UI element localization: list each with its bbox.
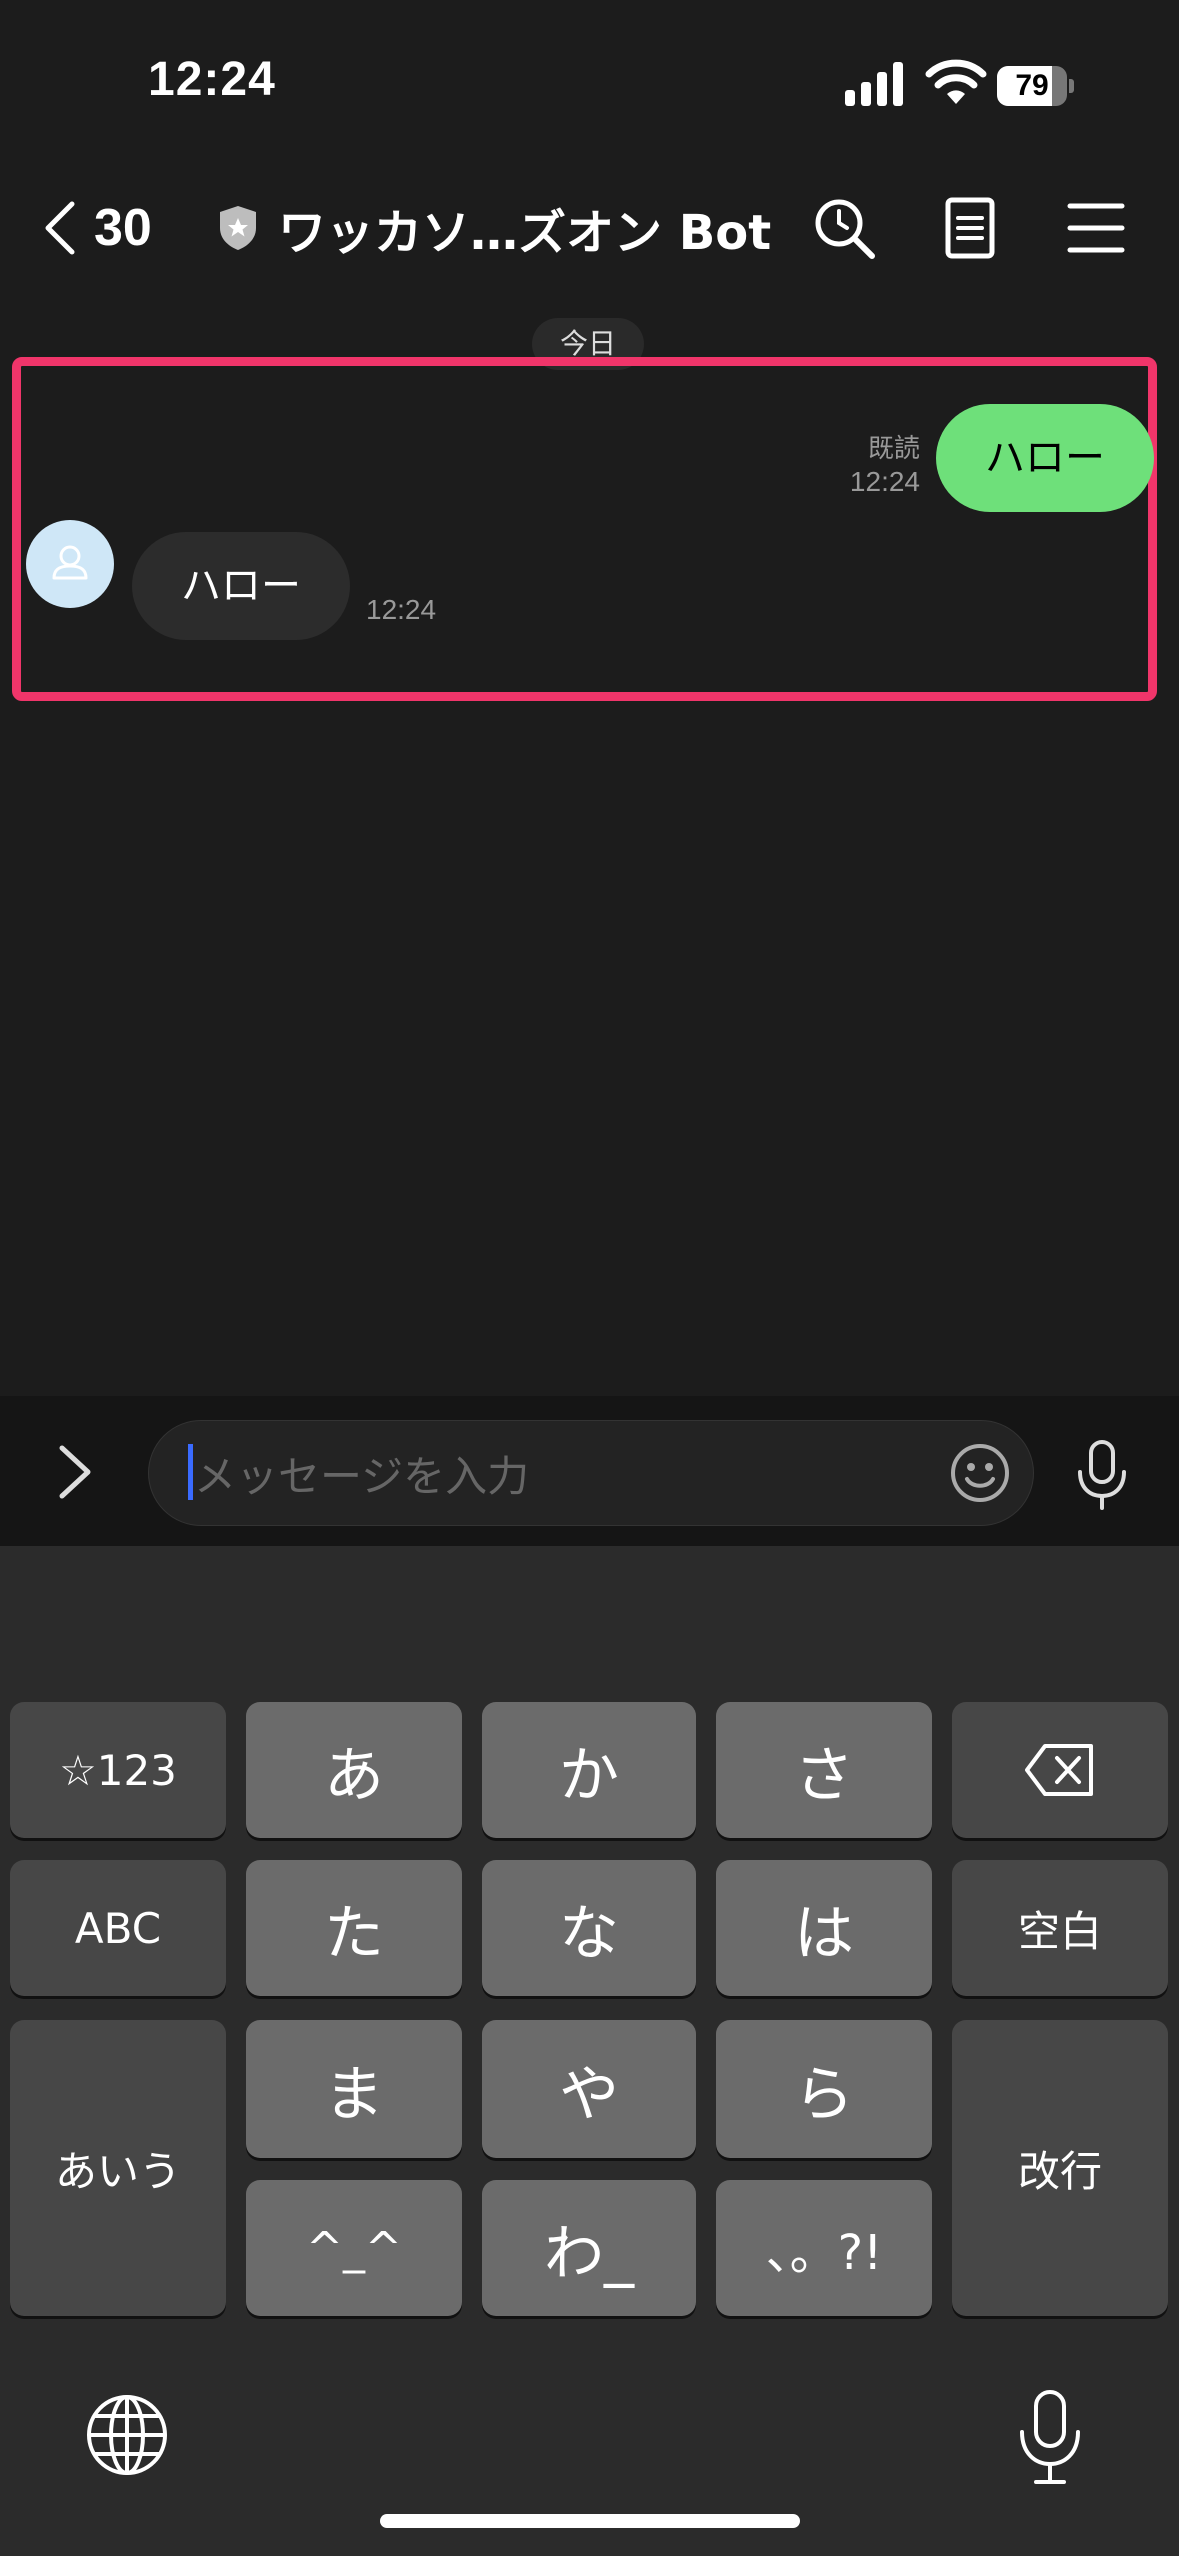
message-input-placeholder: メッセージを入力 [194, 1452, 530, 1501]
wifi-icon [925, 59, 987, 104]
bot-avatar[interactable] [26, 520, 114, 608]
sent-message-bubble[interactable]: ハロー [936, 404, 1154, 512]
emoji-icon[interactable] [948, 1441, 1012, 1505]
shield-icon [220, 206, 256, 250]
unread-count: 30 [94, 199, 152, 257]
battery-level: 79 [1015, 69, 1049, 102]
read-receipt: 既読 [867, 434, 920, 464]
cellular-signal-icon [845, 62, 903, 106]
backspace-icon [1025, 1744, 1093, 1796]
key-abc[interactable]: ABC [10, 1860, 226, 1996]
key-ma[interactable]: ま [246, 2020, 462, 2158]
key-na[interactable]: な [482, 1860, 696, 1996]
key-emoticon[interactable]: ^_^ [246, 2180, 462, 2316]
menu-icon [1067, 203, 1125, 253]
text-caret [188, 1444, 193, 1500]
key-sa[interactable]: さ [716, 1702, 932, 1838]
battery-cap [1069, 79, 1074, 93]
status-time: 12:24 [148, 53, 276, 106]
key-ka[interactable]: か [482, 1702, 696, 1838]
chat-title: ワッカソ…ズオン Bot [278, 205, 772, 261]
back-button[interactable]: 30 [40, 196, 152, 260]
received-message-time: 12:24 [366, 594, 437, 625]
note-button[interactable] [936, 194, 1004, 262]
received-message-bubble[interactable]: ハロー [132, 532, 350, 640]
microphone-icon[interactable] [1070, 1438, 1134, 1512]
key-punctuation[interactable]: 、。?! [716, 2180, 932, 2316]
key-space[interactable]: 空白 [952, 1860, 1168, 1996]
back-chevron-icon [45, 201, 75, 255]
chevron-right-icon[interactable] [50, 1440, 100, 1504]
key-kana-mode[interactable]: あいう [10, 2020, 226, 2316]
key-backspace[interactable] [952, 1702, 1168, 1838]
key-ha[interactable]: は [716, 1860, 932, 1996]
key-symbols[interactable]: ☆123 [10, 1702, 226, 1838]
key-wa[interactable]: わ_ [482, 2180, 696, 2316]
avatar-icon [52, 545, 88, 580]
chat-title-area[interactable]: ワッカソ…ズオン Bot [216, 196, 772, 261]
globe-icon[interactable] [82, 2390, 172, 2480]
key-ya[interactable]: や [482, 2020, 696, 2158]
menu-button[interactable] [1062, 194, 1130, 262]
key-ta[interactable]: た [246, 1860, 462, 1996]
sent-message-time: 12:24 [849, 466, 920, 497]
key-ra[interactable]: ら [716, 2020, 932, 2158]
battery-indicator: 79 [997, 66, 1075, 106]
key-a[interactable]: あ [246, 1702, 462, 1838]
search-button[interactable] [810, 194, 878, 262]
key-return[interactable]: 改行 [952, 2020, 1168, 2316]
microphone-icon[interactable] [1010, 2388, 1090, 2488]
home-indicator[interactable] [380, 2514, 800, 2528]
search-icon [815, 199, 875, 259]
note-icon [945, 197, 995, 259]
